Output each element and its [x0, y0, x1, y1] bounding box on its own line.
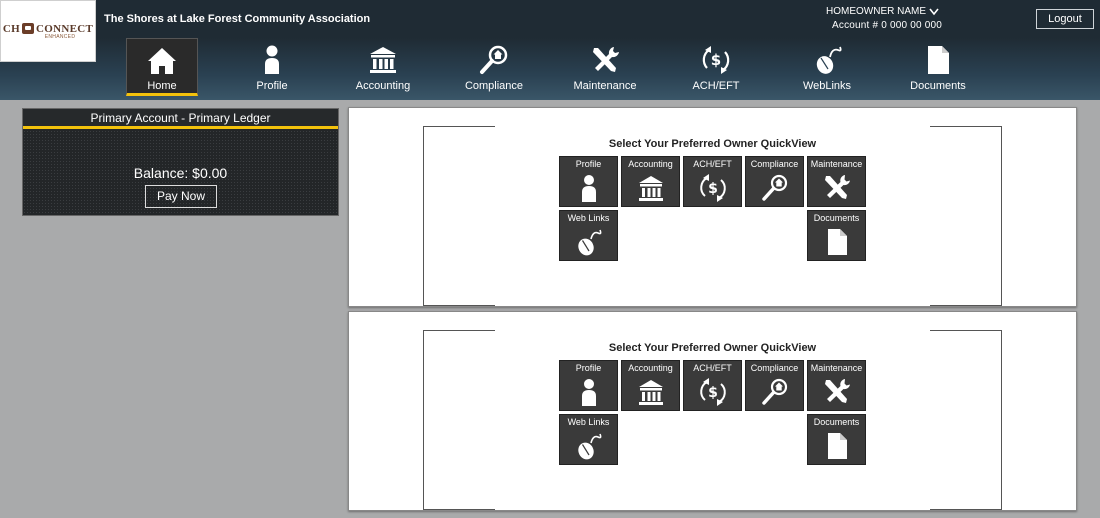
person-icon: [581, 379, 596, 406]
corner-bracket: [930, 216, 1002, 306]
mouse-icon: [816, 46, 842, 74]
dollar-cycle-icon: $: [699, 378, 726, 406]
corner-bracket: [423, 420, 495, 510]
nav-label: Documents: [910, 80, 966, 92]
nav-accounting[interactable]: Accounting: [328, 38, 438, 96]
quickview-tile-compliance[interactable]: Compliance: [745, 156, 804, 207]
quickview-tile-compliance[interactable]: Compliance: [745, 360, 804, 411]
tile-label: Web Links: [567, 213, 610, 223]
tools-icon: [824, 175, 850, 199]
svg-text:$: $: [708, 385, 718, 401]
quickview-tile-web-links[interactable]: Web Links: [559, 414, 618, 465]
nav-label: ACH/EFT: [692, 80, 740, 92]
quickview-tile-documents[interactable]: Documents: [807, 414, 866, 465]
account-panel: Primary Account - Primary Ledger Balance…: [22, 108, 339, 216]
tile-label: Web Links: [567, 417, 610, 427]
pay-now-button[interactable]: Pay Now: [145, 185, 217, 208]
nav-label: WebLinks: [802, 80, 852, 92]
nav-label: Home: [147, 80, 177, 92]
magnifier-home-icon: [761, 378, 787, 405]
quickview-panel: Select Your Preferred Owner QuickView Pro…: [348, 107, 1077, 307]
quickview-tile-ach-eft[interactable]: ACH/EFT $: [683, 360, 742, 411]
quickview-tile-maintenance[interactable]: Maintenance: [807, 360, 866, 411]
logo[interactable]: CH CONNECT ENHANCED: [0, 0, 96, 62]
nav-ach-eft[interactable]: $ ACH/EFT: [661, 38, 771, 96]
document-icon: [827, 433, 847, 459]
nav-maintenance[interactable]: Maintenance: [550, 38, 660, 96]
owner-menu[interactable]: HOMEOWNER NAME Account # 0 000 00 000: [826, 6, 942, 31]
nav-label: Maintenance: [573, 80, 637, 92]
quickview-tile-documents[interactable]: Documents: [807, 210, 866, 261]
tile-label: Documents: [813, 417, 860, 427]
nav-compliance[interactable]: Compliance: [439, 38, 549, 96]
quickview-tile-profile[interactable]: Profile: [559, 156, 618, 207]
nav-weblinks[interactable]: WebLinks: [772, 38, 882, 96]
nav-label: Compliance: [464, 80, 524, 92]
tile-label: Accounting: [628, 363, 673, 373]
mouse-icon: [577, 229, 601, 256]
tile-label: Maintenance: [810, 363, 863, 373]
quickview-tile-maintenance[interactable]: Maintenance: [807, 156, 866, 207]
top-header: The Shores at Lake Forest Community Asso…: [0, 0, 1100, 38]
tile-label: Profile: [575, 363, 602, 373]
association-name: The Shores at Lake Forest Community Asso…: [104, 13, 371, 25]
balance-text: Balance: $0.00: [133, 165, 228, 181]
bank-icon: [638, 380, 663, 405]
tile-label: Compliance: [750, 363, 799, 373]
document-icon: [827, 229, 847, 255]
main-nav: Home Profile Accounting Compliance Maint…: [0, 38, 1100, 100]
svg-text:$: $: [711, 51, 721, 69]
dollar-cycle-icon: $: [699, 174, 726, 202]
tile-label: ACH/EFT: [693, 159, 732, 169]
quickview-title: Select Your Preferred Owner QuickView: [608, 138, 817, 150]
tile-label: Profile: [575, 159, 602, 169]
tile-label: ACH/EFT: [693, 363, 732, 373]
account-number: Account # 0 000 00 000: [832, 20, 943, 31]
nav-documents[interactable]: Documents: [883, 38, 993, 96]
tile-label: Accounting: [628, 159, 673, 169]
bank-icon: [370, 47, 396, 73]
quickview-tile-accounting[interactable]: Accounting: [621, 360, 680, 411]
home-icon: [148, 48, 176, 74]
account-panel-title: Primary Account - Primary Ledger: [23, 109, 338, 129]
corner-bracket: [423, 216, 495, 306]
tools-icon: [824, 379, 850, 403]
tile-label: Compliance: [750, 159, 799, 169]
nav-label: Profile: [256, 80, 288, 92]
corner-bracket: [930, 420, 1002, 510]
person-icon: [265, 45, 279, 74]
dollar-cycle-icon: $: [702, 46, 730, 74]
chevron-down-icon: [929, 8, 939, 15]
quickview-title: Select Your Preferred Owner QuickView: [608, 342, 817, 354]
tile-label: Documents: [813, 213, 860, 223]
quickview-panel: Select Your Preferred Owner QuickView Pro…: [348, 311, 1077, 511]
owner-name: HOMEOWNER NAME: [826, 6, 926, 17]
magnifier-home-icon: [761, 174, 787, 201]
bank-icon: [638, 176, 663, 201]
magnifier-home-icon: [480, 45, 508, 74]
tile-label: Maintenance: [810, 159, 863, 169]
tools-icon: [593, 47, 619, 72]
logout-button[interactable]: Logout: [1036, 9, 1094, 29]
svg-text:$: $: [708, 181, 718, 197]
quickview-tile-accounting[interactable]: Accounting: [621, 156, 680, 207]
quickview-tile-web-links[interactable]: Web Links: [559, 210, 618, 261]
logo-subtext: ENHANCED: [44, 33, 76, 40]
mouse-icon: [577, 433, 601, 460]
nav-label: Accounting: [355, 80, 411, 92]
quickview-tile-ach-eft[interactable]: ACH/EFT $: [683, 156, 742, 207]
nav-home[interactable]: Home: [126, 38, 198, 96]
person-icon: [581, 175, 596, 202]
document-icon: [928, 46, 949, 74]
logo-badge-icon: [22, 23, 34, 34]
nav-profile[interactable]: Profile: [217, 38, 327, 96]
quickview-tile-profile[interactable]: Profile: [559, 360, 618, 411]
